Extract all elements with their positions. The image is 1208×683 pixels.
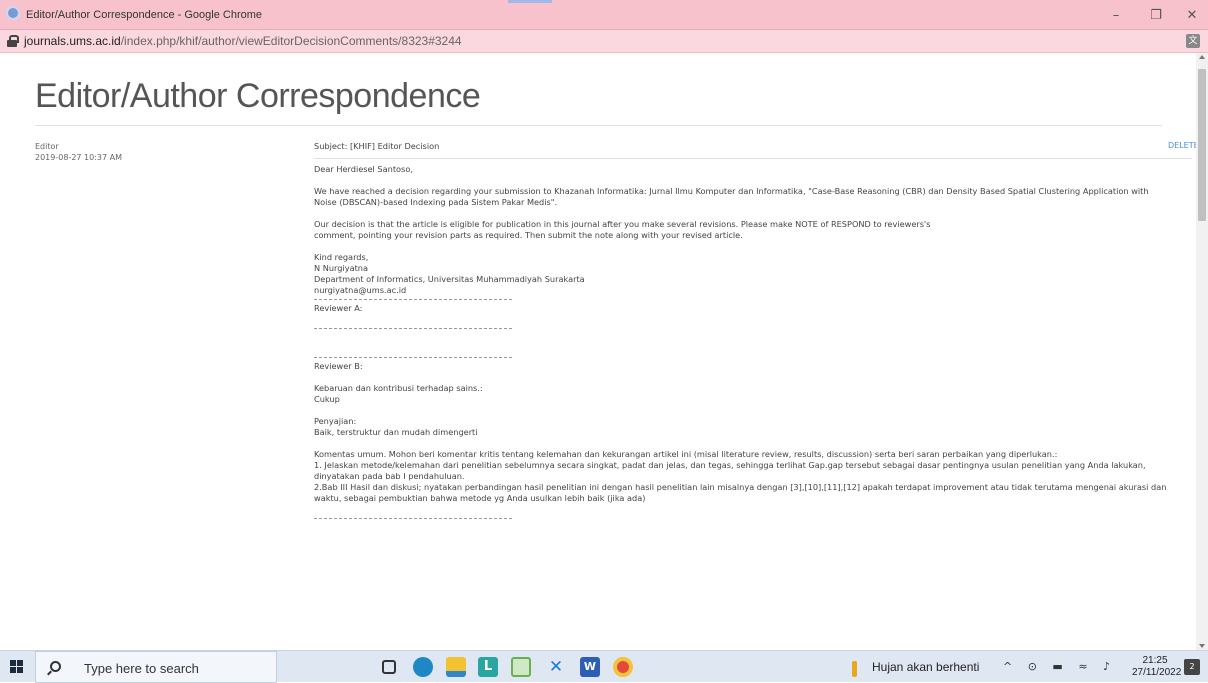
message-line: Kind regards,: [314, 252, 369, 262]
l-app-icon[interactable]: L: [478, 657, 498, 677]
taskbar-search-input[interactable]: Type here to search: [35, 651, 277, 683]
review-line: Komentas umum. Mohon beri komentar kriti…: [314, 449, 1058, 459]
word-icon[interactable]: W: [580, 657, 600, 677]
windows-start-icon[interactable]: [10, 660, 24, 674]
vertical-scrollbar[interactable]: [1196, 53, 1208, 650]
title-divider: [35, 125, 1162, 126]
lock-icon[interactable]: [7, 35, 19, 47]
message-line: N Nurgiyatna: [314, 263, 369, 273]
chrome-icon[interactable]: [613, 657, 633, 677]
review-line: [314, 372, 1194, 383]
window-titlebar: Editor/Author Correspondence - Google Ch…: [0, 0, 1208, 30]
file-explorer-icon[interactable]: [446, 657, 466, 677]
subject-divider: [314, 158, 1192, 159]
review-line: Kebaruan dan kontribusi terhadap sains.:: [314, 383, 483, 393]
titlebar-accent: [508, 0, 552, 3]
url-path: /index.php/khif/author/viewEditorDecisio…: [120, 34, 462, 48]
sender-role: Editor: [35, 142, 59, 151]
scroll-down-icon[interactable]: [1199, 644, 1205, 648]
review-line: [314, 438, 1194, 449]
sender-date: 2019-08-27 10:37 AM: [35, 153, 123, 162]
message-body: Subject: [KHIF] Editor Decision Dear Her…: [314, 141, 1194, 522]
message-line: Department of Informatics, Universitas M…: [314, 274, 585, 284]
review-line: [314, 405, 1194, 416]
reviewer-b-heading: Reviewer B:: [314, 361, 363, 371]
windows-taskbar: Type here to search L ✕ W Hujan akan ber…: [0, 650, 1208, 683]
edge-icon[interactable]: [413, 657, 433, 677]
scrollbar-thumb[interactable]: [1198, 69, 1206, 221]
sender-block: Editor 2019-08-27 10:37 AM: [35, 141, 122, 163]
notification-icon[interactable]: 2: [1184, 659, 1200, 675]
message-line: nurgiyatna@ums.ac.id: [314, 285, 407, 295]
vscode-icon[interactable]: ✕: [546, 657, 566, 677]
page-title: Editor/Author Correspondence: [35, 77, 481, 115]
review-line: Penyajian:: [314, 416, 357, 426]
system-tray[interactable]: ^ ⊙ ▬ ≈ ♪: [1003, 660, 1116, 673]
message-line: [314, 208, 1194, 219]
task-view-icon[interactable]: [382, 660, 396, 674]
notepad-icon[interactable]: [511, 657, 531, 677]
clock-date: 27/11/2022: [1132, 667, 1182, 678]
weather-text[interactable]: Hujan akan berhenti: [872, 660, 979, 674]
url-host: journals.ums.ac.id: [24, 34, 121, 48]
dashed-separator: [314, 518, 512, 519]
review-line: 1. Jelaskan metode/kelemahan dari peneli…: [314, 460, 1146, 470]
dashed-separator: [314, 357, 512, 358]
clock-time: 21:25: [1142, 655, 1168, 666]
review-line: Cukup: [314, 394, 340, 404]
window-title: Editor/Author Correspondence - Google Ch…: [26, 9, 263, 21]
message-line: comment, pointing your revision parts as…: [314, 230, 743, 240]
translate-icon[interactable]: 文: [1186, 34, 1200, 48]
taskbar-clock[interactable]: 21:25 27/11/2022: [1132, 655, 1182, 679]
maximize-button[interactable]: ❐: [1147, 6, 1165, 24]
review-line: Baik, terstruktur dan mudah dimengerti: [314, 427, 478, 437]
search-icon: [50, 661, 61, 672]
dashed-separator: [314, 328, 512, 329]
message-line: [314, 241, 1194, 252]
message-line: [314, 175, 1194, 186]
review-line: waktu, sebagai pembuktian bahwa metode y…: [314, 493, 646, 503]
message-line: Noise (DBSCAN)-based Indexing pada Siste…: [314, 197, 558, 207]
url-text[interactable]: journals.ums.ac.id/index.php/khif/author…: [24, 34, 462, 48]
review-line: dinyatakan pada bab I pendahuluan.: [314, 471, 465, 481]
weather-icon[interactable]: [852, 661, 857, 677]
search-placeholder: Type here to search: [84, 661, 199, 676]
message-line: We have reached a decision regarding you…: [314, 186, 1149, 196]
minimize-button[interactable]: –: [1107, 6, 1125, 24]
reviewer-a-heading: Reviewer A:: [314, 303, 363, 313]
page-content: Editor/Author Correspondence Editor 2019…: [0, 53, 1196, 650]
scroll-up-icon[interactable]: [1199, 55, 1205, 59]
page-favicon-icon: [6, 6, 20, 20]
address-bar[interactable]: journals.ums.ac.id/index.php/khif/author…: [0, 30, 1208, 53]
close-button[interactable]: ✕: [1183, 6, 1201, 24]
message-line: Dear Herdiesel Santoso,: [314, 164, 413, 174]
message-line: Our decision is that the article is elig…: [314, 219, 931, 229]
dashed-separator: [314, 299, 512, 300]
review-line: 2.Bab III Hasil dan diskusi; nyatakan pe…: [314, 482, 1167, 492]
message-subject: Subject: [KHIF] Editor Decision: [314, 141, 440, 151]
